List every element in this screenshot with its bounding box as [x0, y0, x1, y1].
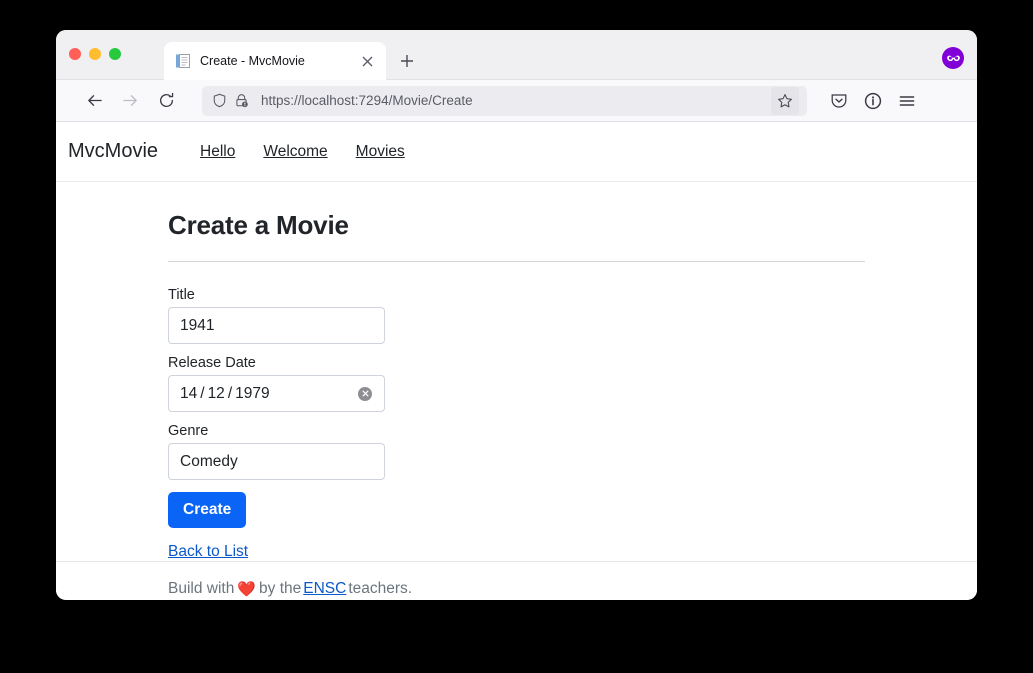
reload-icon[interactable] [151, 86, 181, 116]
genre-field-label: Genre [168, 423, 209, 439]
account-icon[interactable] [863, 91, 883, 111]
create-movie-form: Title 1941 Release Date 14 / 12 / 1979 G… [168, 287, 977, 561]
document-icon [175, 53, 191, 69]
title-field-label: Title [168, 287, 195, 303]
browser-tab-strip: Create - MvcMovie [56, 30, 977, 80]
url-text: https://localhost:7294/Movie/Create [261, 93, 473, 108]
genre-input[interactable]: Comedy [168, 443, 385, 480]
site-footer: Build with ❤️ by the ENSC teachers. [56, 561, 977, 600]
release-date-input[interactable]: 14 / 12 / 1979 [168, 375, 385, 412]
star-icon[interactable] [771, 86, 799, 115]
clear-circle-icon[interactable] [358, 386, 372, 401]
url-bar[interactable]: https://localhost:7294/Movie/Create [202, 85, 807, 116]
title-divider [168, 261, 865, 262]
arrow-right-icon [115, 86, 145, 116]
date-segments: 14 / 12 / 1979 [180, 385, 270, 403]
window-maximize-button[interactable] [109, 48, 121, 60]
site-brand[interactable]: MvcMovie [68, 140, 158, 163]
hamburger-menu-icon[interactable] [897, 91, 917, 111]
title-input[interactable]: 1941 [168, 307, 385, 344]
nav-link-hello[interactable]: Hello [200, 143, 235, 161]
close-icon[interactable] [358, 52, 376, 70]
browser-nav-bar: https://localhost:7294/Movie/Create [56, 80, 977, 122]
window-controls [69, 48, 121, 60]
browser-tab[interactable]: Create - MvcMovie [164, 42, 386, 80]
date-separator-2: / [227, 384, 233, 402]
date-separator-1: / [200, 384, 205, 402]
create-button[interactable]: Create [168, 492, 247, 528]
release-date-field-label: Release Date [168, 355, 256, 371]
main-content: Create a Movie Title 1941 Release Date 1… [56, 182, 977, 561]
window-close-button[interactable] [69, 48, 81, 60]
footer-middle-text: by the [259, 580, 302, 597]
footer-prefix-text: Build with [168, 580, 235, 597]
date-month[interactable]: 12 [208, 385, 225, 403]
footer-ensc-link[interactable]: ENSC [303, 580, 346, 598]
private-mask-icon[interactable] [942, 47, 964, 69]
site-nav-links: Hello Welcome Movies [200, 143, 405, 161]
shield-icon[interactable] [210, 92, 228, 110]
page-content: MvcMovie Hello Welcome Movies Create a M… [56, 122, 977, 599]
page-title: Create a Movie [168, 210, 349, 240]
nav-link-movies[interactable]: Movies [356, 143, 405, 161]
browser-window: Create - MvcMovie https://localhost:7294… [56, 30, 977, 600]
nav-link-welcome[interactable]: Welcome [263, 143, 327, 161]
date-day[interactable]: 14 [180, 385, 197, 403]
footer-suffix-text: teachers. [348, 580, 413, 597]
arrow-left-icon[interactable] [79, 86, 109, 116]
date-year[interactable]: 1979 [235, 385, 269, 403]
site-navbar: MvcMovie Hello Welcome Movies [56, 122, 977, 182]
heart-icon: ❤️ [237, 581, 257, 598]
browser-tab-title: Create - MvcMovie [200, 54, 305, 68]
browser-toolbar-actions [829, 91, 917, 111]
back-to-list-link[interactable]: Back to List [168, 543, 977, 561]
genre-input-value: Comedy [180, 452, 238, 470]
pocket-icon[interactable] [829, 91, 849, 111]
window-minimize-button[interactable] [89, 48, 101, 60]
title-input-value: 1941 [180, 316, 215, 334]
lock-warning-icon[interactable] [232, 92, 250, 110]
plus-icon[interactable] [396, 50, 418, 72]
